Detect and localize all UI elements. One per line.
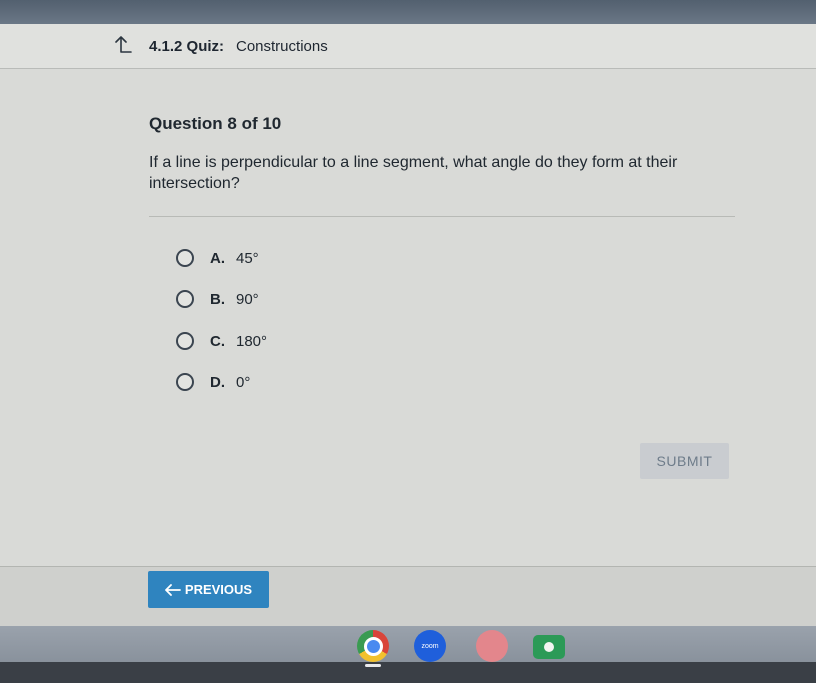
question-number: Question 8 of 10: [149, 114, 282, 133]
option-letter: C.: [210, 332, 225, 350]
radio-button[interactable]: [176, 373, 194, 391]
os-shelf-edge: [0, 662, 816, 683]
previous-label: PREVIOUS: [184, 582, 253, 597]
radio-button[interactable]: [176, 332, 194, 350]
previous-button[interactable]: PREVIOUS: [148, 571, 269, 608]
answer-option-d[interactable]: D. 0°: [176, 370, 250, 394]
question-divider: [149, 216, 735, 217]
active-app-indicator: [365, 664, 381, 667]
radio-button[interactable]: [176, 290, 194, 308]
option-value: 45°: [236, 249, 259, 267]
chrome-app-icon[interactable]: [357, 630, 389, 662]
quiz-code: 4.1.2 Quiz:: [149, 38, 225, 55]
quiz-title: Constructions: [236, 38, 328, 55]
quiz-footer: [0, 566, 816, 627]
zoom-app-icon[interactable]: zoom: [414, 630, 446, 662]
paint-app-icon[interactable]: [476, 630, 508, 662]
option-value: 90°: [236, 290, 259, 308]
answer-option-b[interactable]: B. 90°: [176, 287, 259, 311]
option-value: 0°: [236, 373, 251, 391]
radio-button[interactable]: [176, 249, 194, 267]
option-letter: A.: [210, 249, 225, 267]
arrow-left-icon: [165, 583, 181, 596]
classroom-app-icon[interactable]: [533, 635, 565, 659]
option-letter: D.: [210, 373, 225, 391]
quiz-content-area: [0, 69, 816, 566]
answer-option-a[interactable]: A. 45°: [176, 246, 259, 270]
submit-button[interactable]: SUBMIT: [640, 443, 729, 479]
option-value: 180°: [236, 332, 268, 350]
answer-option-c[interactable]: C. 180°: [176, 329, 267, 353]
back-arrow-icon[interactable]: [114, 35, 132, 55]
option-letter: B.: [210, 290, 225, 308]
question-text: If a line is perpendicular to a line seg…: [149, 154, 678, 192]
zoom-label: zoom: [421, 642, 439, 650]
browser-top-bar: [0, 0, 816, 24]
